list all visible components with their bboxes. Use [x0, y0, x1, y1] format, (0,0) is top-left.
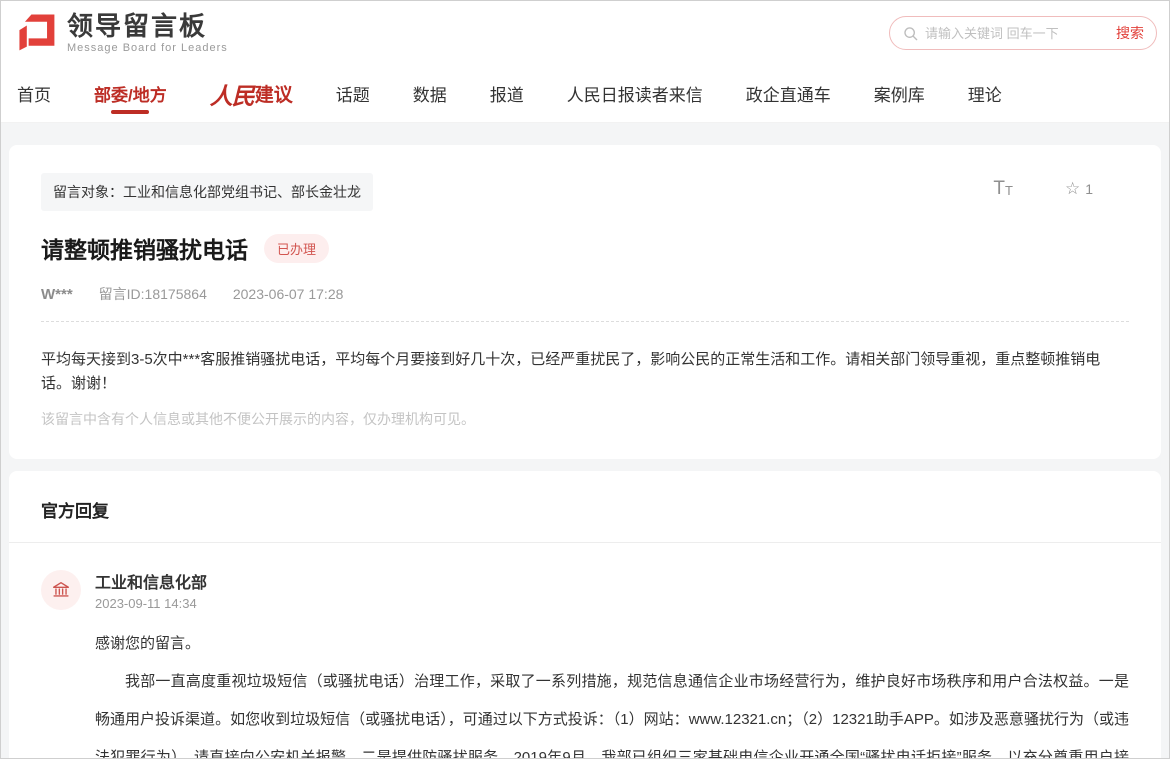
message-target-tag: 留言对象：工业和信息化部党组书记、部长金壮龙: [41, 173, 373, 211]
message-datetime: 2023-06-07 17:28: [233, 286, 344, 302]
reply-paragraph: 感谢您的留言。: [95, 625, 1129, 663]
nav-item-reader-letters[interactable]: 人民日报读者来信: [567, 65, 703, 123]
font-size-toggle-icon[interactable]: T T: [993, 179, 1013, 198]
logo-icon: [13, 8, 59, 59]
agency-avatar: [41, 570, 81, 610]
message-title: 请整顿推销骚扰电话: [41, 231, 248, 265]
logo-subtitle: Message Board for Leaders: [67, 42, 228, 54]
nav-item-theory[interactable]: 理论: [968, 65, 1002, 123]
official-reply-card: 官方回复: [9, 471, 1161, 758]
site-logo[interactable]: 领导留言板 Message Board for Leaders: [13, 8, 228, 59]
nav-item-data[interactable]: 数据: [413, 65, 447, 123]
main-nav: 首页 部委/地方 人民 建议 话题 数据 报道 人民日报读者来信 政企直通车 案…: [1, 65, 1169, 123]
font-size-large-glyph: T: [993, 179, 1005, 198]
reply-agency-name: 工业和信息化部: [95, 569, 207, 593]
nav-item-topics[interactable]: 话题: [336, 65, 370, 123]
star-favorite-button[interactable]: ☆ 1: [1065, 180, 1093, 197]
search-button[interactable]: 搜索: [1108, 23, 1144, 43]
message-card: 留言对象：工业和信息化部党组书记、部长金壮龙 T T ☆ 1 请整顿推销骚扰电话…: [9, 145, 1161, 459]
dashed-divider: [41, 321, 1129, 322]
nav-item-label: 部委/地方: [94, 81, 167, 106]
reply-section-title: 官方回复: [9, 497, 1161, 542]
top-header: 领导留言板 Message Board for Leaders 搜索: [1, 1, 1169, 65]
nav-item-case-library[interactable]: 案例库: [874, 65, 925, 123]
nav-item-ministries-regions[interactable]: 部委/地方: [94, 65, 167, 123]
star-icon: ☆: [1065, 180, 1080, 197]
reply-text: 感谢您的留言。 我部一直高度重视垃圾短信（或骚扰电话）治理工作，采取了一系列措施…: [95, 625, 1129, 758]
message-author: W***: [41, 286, 73, 303]
jianyi-bold-text: 建议: [255, 80, 293, 107]
nav-item-gov-enterprise[interactable]: 政企直通车: [746, 65, 831, 123]
font-size-small-glyph: T: [1005, 184, 1013, 198]
reply-paragraph: 我部一直高度重视垃圾短信（或骚扰电话）治理工作，采取了一系列措施，规范信息通信企…: [95, 663, 1129, 758]
renmin-script-text: 人民: [210, 77, 254, 111]
privacy-note: 该留言中含有个人信息或其他不便公开展示的内容，仅办理机构可见。: [41, 409, 1129, 429]
star-count: 1: [1085, 181, 1093, 197]
content-area: 留言对象：工业和信息化部党组书记、部长金壮龙 T T ☆ 1 请整顿推销骚扰电话…: [1, 123, 1169, 758]
status-badge: 已办理: [264, 234, 329, 263]
nav-item-renmin-jianyi[interactable]: 人民 建议: [210, 65, 293, 123]
nav-item-home[interactable]: 首页: [17, 65, 51, 123]
government-building-icon: [50, 579, 72, 601]
message-id: 留言ID:18175864: [99, 284, 207, 304]
message-body: 平均每天接到3-5次中***客服推销骚扰电话，平均每个月要接到好几十次，已经严重…: [41, 348, 1129, 396]
search-box[interactable]: 搜索: [889, 16, 1157, 50]
search-icon: [902, 25, 919, 42]
active-tab-underline: [111, 110, 149, 114]
page: 领导留言板 Message Board for Leaders 搜索 首页 部委…: [0, 0, 1170, 759]
reply-datetime: 2023-09-11 14:34: [95, 596, 207, 611]
nav-item-reports[interactable]: 报道: [490, 65, 524, 123]
logo-title: 领导留言板: [67, 12, 228, 41]
search-input[interactable]: [925, 26, 1108, 41]
